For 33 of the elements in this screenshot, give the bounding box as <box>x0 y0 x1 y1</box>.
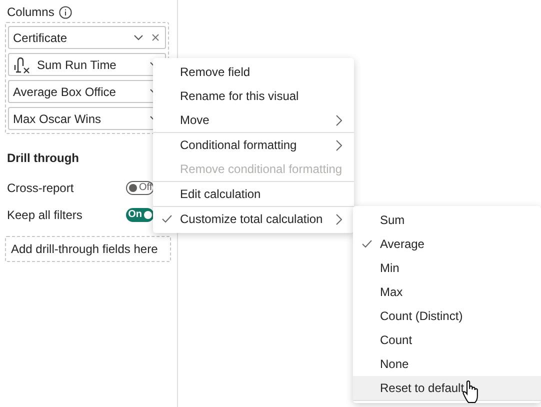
chevron-right-icon <box>336 140 342 150</box>
menu-item[interactable]: Move <box>153 108 354 133</box>
menu-item[interactable]: Sum <box>353 208 541 232</box>
field-label: Max Oscar Wins <box>13 112 102 126</box>
menu-item[interactable]: None <box>353 352 541 376</box>
toggle-switch[interactable]: On <box>126 208 154 222</box>
chevron-right-icon <box>336 114 342 126</box>
field-pill[interactable]: Certificate <box>8 26 166 49</box>
menu-item[interactable]: Min <box>353 256 541 280</box>
check-icon <box>362 240 372 248</box>
chevron-right-icon <box>336 214 342 224</box>
menu-item[interactable]: Average <box>353 232 541 256</box>
calculation-icon <box>13 56 31 74</box>
menu-item[interactable]: Customize total calculation <box>153 207 354 231</box>
field-label: Certificate <box>13 30 68 44</box>
close-icon[interactable] <box>152 34 159 41</box>
menu-item[interactable]: Count (Distinct) <box>353 304 541 328</box>
check-icon <box>162 215 172 223</box>
menu-item[interactable]: Max <box>353 280 541 304</box>
toggle-label: Cross-report <box>7 180 74 194</box>
menu-item[interactable]: Conditional formatting <box>153 133 354 157</box>
menu-item[interactable]: Edit calculation <box>153 182 354 207</box>
chevron-down-icon[interactable] <box>134 34 143 40</box>
menu-item[interactable]: Reset to default <box>353 376 541 400</box>
field-pill[interactable]: Sum Run Time <box>8 53 166 76</box>
field-label: Average Box Office <box>13 84 117 98</box>
field-label: Sum Run Time <box>37 58 118 72</box>
section-title: Drill through <box>7 150 80 167</box>
toggle-label: Keep all filters <box>7 208 82 222</box>
menu-item[interactable]: Count <box>353 328 541 352</box>
drop-zone[interactable]: Add drill-through fields here <box>5 236 171 262</box>
info-icon <box>59 6 72 18</box>
section-title: Columns <box>7 5 54 19</box>
